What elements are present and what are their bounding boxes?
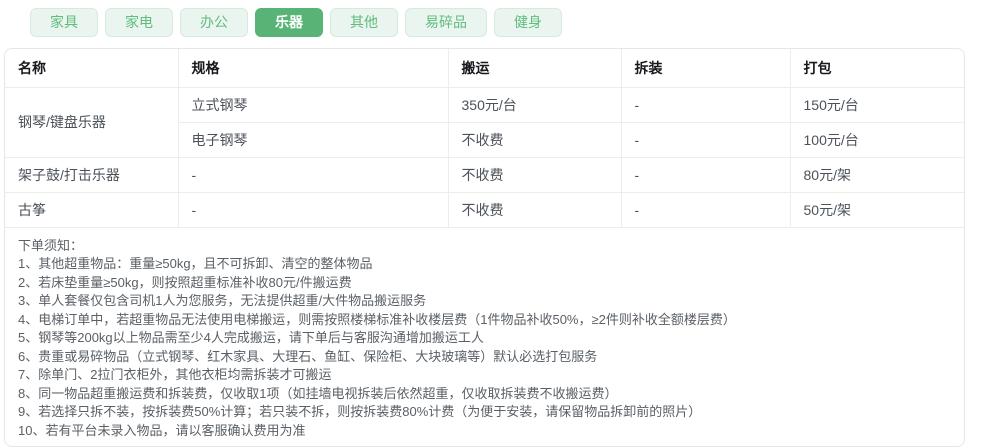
cell-spec: 立式钢琴	[178, 87, 449, 123]
note-item: 5、钢琴等200kg以上物品需至少4人完成搬运，请下单后与客服沟通增加搬运工人	[18, 330, 484, 345]
tab-appliance[interactable]: 家电	[105, 8, 173, 37]
cell-name: 架子鼓/打击乐器	[5, 157, 179, 193]
note-item: 1、其他超重物品：重量≥50kg，且不可拆卸、清空的整体物品	[18, 256, 373, 271]
cell-name: 古筝	[5, 192, 179, 228]
table-row: 钢琴/键盘乐器 立式钢琴 350元/台 - 150元/台	[5, 87, 964, 158]
tab-fitness[interactable]: 健身	[494, 8, 562, 37]
table-row: 架子鼓/打击乐器 - 不收费 - 80元/架	[5, 157, 964, 193]
note-item: 2、若床垫重量≥50kg，则按照超重标准补收80元/件搬运费	[18, 274, 352, 290]
tab-furniture[interactable]: 家具	[30, 8, 98, 37]
cell-pack: 150元/台	[790, 87, 964, 123]
note-item: 10、若有平台未录入物品，请以客服确认费用为准	[18, 422, 306, 438]
cell-spec: 电子钢琴	[178, 122, 449, 158]
col-header-pack: 打包	[790, 49, 964, 88]
cell-move: 不收费	[448, 192, 622, 228]
tab-office[interactable]: 办公	[180, 8, 248, 37]
cell-move: 350元/台	[448, 87, 622, 123]
cell-name: 钢琴/键盘乐器	[5, 87, 179, 158]
price-table: 名称 规格 搬运 拆装 打包 钢琴/键盘乐器 立式钢琴 350元/台 - 150…	[5, 49, 964, 228]
tab-other[interactable]: 其他	[330, 8, 398, 37]
col-header-disassemble: 拆装	[621, 49, 791, 88]
cell-move: 不收费	[448, 122, 622, 158]
note-item: 8、同一物品超重搬运费和拆装费，仅收取1项（如挂墙电视拆装后依然超重，仅收取拆装…	[18, 385, 618, 401]
cell-move: 不收费	[448, 157, 622, 193]
tab-instrument[interactable]: 乐器	[255, 8, 323, 37]
cell-pack: 80元/架	[790, 157, 964, 193]
col-header-move: 搬运	[448, 49, 622, 88]
cell-disassemble: -	[621, 157, 791, 193]
note-item: 9、若选择只拆不装，按拆装费50%计算；若只装不拆，则按拆装费80%计费（为便于…	[18, 404, 702, 419]
notes-title: 下单须知：	[18, 237, 84, 253]
cell-disassemble: -	[621, 122, 791, 158]
cell-disassemble: -	[621, 192, 791, 228]
note-item: 4、电梯订单中，若超重物品无法使用电梯搬运，则需按照楼梯标准补收楼层费（1件物品…	[18, 311, 736, 327]
note-item: 3、单人套餐仅包含司机1人为您服务，无法提供超重/大件物品搬运服务	[18, 293, 427, 308]
table-header-row: 名称 规格 搬运 拆装 打包	[5, 49, 964, 88]
col-header-name: 名称	[5, 49, 179, 88]
note-item: 6、贵重或易碎物品（立式钢琴、红木家具、大理石、鱼缸、保险柜、大块玻璃等）默认必…	[18, 348, 598, 364]
cell-spec: -	[178, 192, 449, 228]
cell-pack: 50元/架	[790, 192, 964, 228]
table-row: 古筝 - 不收费 - 50元/架	[5, 192, 964, 228]
note-item: 7、除单门、2拉门衣柜外，其他衣柜均需拆装才可搬运	[18, 367, 332, 382]
tab-fragile[interactable]: 易碎品	[405, 8, 487, 37]
cell-spec: -	[178, 157, 449, 193]
cell-disassemble: -	[621, 87, 791, 123]
cell-pack: 100元/台	[790, 122, 964, 158]
category-tabs: 家具 家电 办公 乐器 其他 易碎品 健身	[0, 0, 989, 37]
order-notes: 下单须知： 1、其他超重物品：重量≥50kg，且不可拆卸、清空的整体物品 2、若…	[5, 228, 964, 447]
price-panel: 名称 规格 搬运 拆装 打包 钢琴/键盘乐器 立式钢琴 350元/台 - 150…	[4, 48, 965, 447]
col-header-spec: 规格	[178, 49, 449, 88]
